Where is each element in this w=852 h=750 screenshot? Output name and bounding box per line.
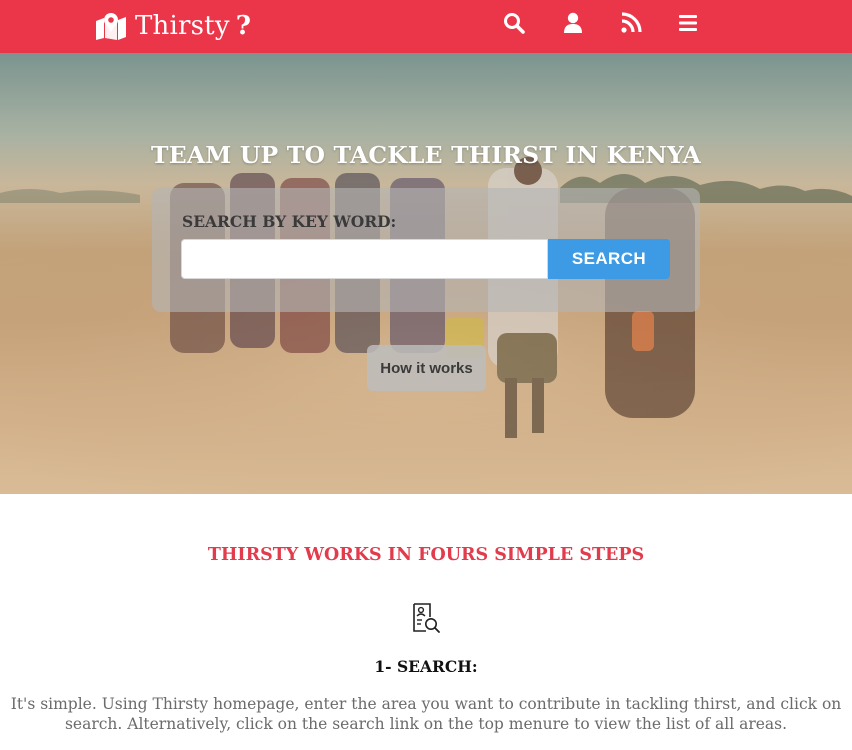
hero-title: TEAM UP TO TACKLE THIRST IN KENYA [151,141,701,169]
hero-section: TEAM UP TO TACKLE THIRST IN KENYA SEARCH… [0,53,852,494]
brand-name: Thirsty [135,11,230,41]
document-search-icon [413,603,440,633]
user-icon[interactable] [561,11,585,35]
step-description: It's simple. Using Thirsty homepage, ent… [10,695,842,733]
search-icon[interactable] [502,11,526,35]
menu-icon[interactable] [676,11,700,35]
how-it-works-button[interactable]: How it works [367,345,486,391]
search-panel: SEARCH BY KEY WORD: SEARCH [152,188,700,312]
steps-title: THIRSTY WORKS IN FOURS SIMPLE STEPS [207,545,645,565]
rss-icon[interactable] [619,11,643,35]
map-marker-icon [96,13,126,40]
brand-logo-link[interactable]: Thirsty ? [95,8,251,44]
brand-question-mark: ? [235,11,251,41]
search-button[interactable]: SEARCH [548,239,670,279]
search-label: SEARCH BY KEY WORD: [182,212,397,231]
top-navbar: Thirsty ? [0,0,852,53]
search-input[interactable] [181,239,548,279]
step-heading: 1- SEARCH: [374,657,478,676]
